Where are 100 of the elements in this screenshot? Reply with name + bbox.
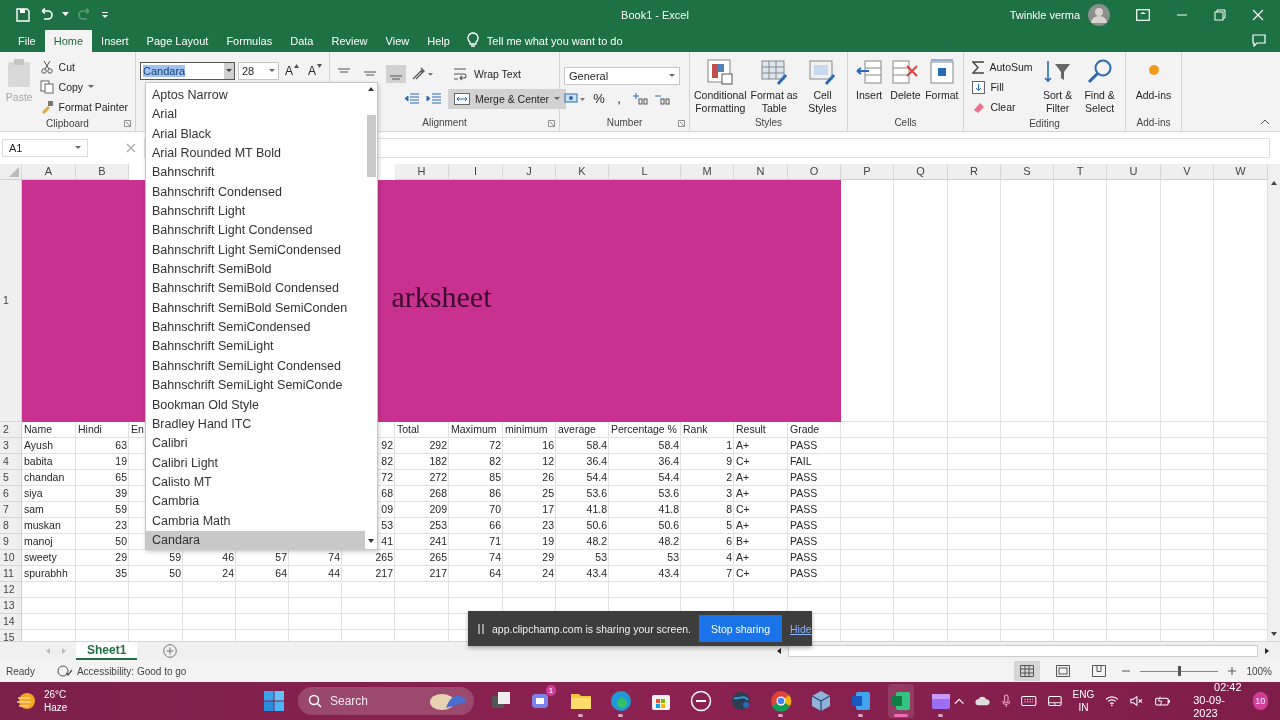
- table-cell[interactable]: 65: [76, 469, 129, 486]
- table-cell[interactable]: C+: [734, 565, 788, 582]
- cell-styles-button[interactable]: Cell Styles: [801, 55, 843, 115]
- table-cell[interactable]: 53: [609, 549, 681, 566]
- table-cell[interactable]: 48.2: [609, 533, 681, 550]
- table-cell[interactable]: 7: [681, 565, 734, 582]
- microphone-icon[interactable]: [1001, 693, 1011, 709]
- table-cell[interactable]: 64: [449, 565, 503, 582]
- taskbar-button[interactable]: 1: [527, 684, 554, 718]
- horizontal-scrollbar[interactable]: [788, 645, 1258, 658]
- tell-me-field[interactable]: Tell me what you want to do: [486, 29, 623, 52]
- table-cell[interactable]: 268: [395, 485, 449, 502]
- font-option[interactable]: Bahnschrift SemiLight Condensed: [146, 356, 365, 377]
- table-cell[interactable]: Hindi: [76, 421, 129, 438]
- table-cell[interactable]: 209: [395, 501, 449, 518]
- table-cell[interactable]: Result: [734, 421, 788, 438]
- table-cell[interactable]: 71: [449, 533, 503, 550]
- table-cell[interactable]: 43.4: [609, 565, 681, 582]
- font-option[interactable]: Bahnschrift SemiBold SemiConden: [146, 298, 365, 319]
- increase-decimal-icon[interactable]: [632, 92, 648, 105]
- table-cell[interactable]: Grade: [788, 421, 841, 438]
- avatar-icon[interactable]: [1088, 3, 1110, 26]
- table-cell[interactable]: 59: [129, 549, 183, 566]
- table-cell[interactable]: A+: [734, 549, 788, 566]
- font-option[interactable]: Bahnschrift Light Condensed: [146, 221, 365, 241]
- accessibility-icon[interactable]: [56, 665, 73, 677]
- table-cell[interactable]: B+: [734, 533, 788, 550]
- table-cell[interactable]: sweety: [22, 549, 76, 566]
- table-cell[interactable]: muskan: [22, 517, 76, 534]
- keyboard-icon[interactable]: [1021, 695, 1037, 707]
- table-cell[interactable]: 85: [449, 469, 503, 486]
- table-cell[interactable]: 50: [129, 565, 183, 582]
- wrap-text-button[interactable]: Wrap Text: [450, 64, 524, 84]
- taskbar-button[interactable]: [887, 684, 914, 718]
- menu-tab[interactable]: View: [376, 29, 419, 52]
- column-header[interactable]: U: [1107, 163, 1161, 180]
- zoom-level[interactable]: 100%: [1246, 665, 1272, 677]
- table-cell[interactable]: C+: [734, 501, 788, 518]
- zoom-slider-thumb[interactable]: [1178, 665, 1182, 676]
- table-cell[interactable]: 2: [681, 469, 734, 486]
- accessibility-status[interactable]: Accessibility: Good to go: [76, 665, 187, 677]
- sort-filter-button[interactable]: Sort & Filter: [1037, 55, 1078, 115]
- table-cell[interactable]: A+: [734, 485, 788, 502]
- table-cell[interactable]: 86: [449, 485, 503, 502]
- column-header[interactable]: P: [841, 163, 894, 180]
- scroll-thumb[interactable]: [366, 115, 376, 177]
- dropdown-button[interactable]: [224, 62, 234, 79]
- menu-tab[interactable]: Insert: [92, 29, 138, 52]
- column-header[interactable]: R: [948, 163, 1001, 180]
- customize-icon[interactable]: [101, 10, 109, 19]
- table-cell[interactable]: 50: [76, 533, 129, 550]
- table-cell[interactable]: 29: [503, 549, 556, 566]
- font-option[interactable]: Calisto MT: [146, 472, 365, 493]
- table-cell[interactable]: Total: [395, 421, 449, 438]
- table-cell[interactable]: 253: [395, 517, 449, 534]
- font-option[interactable]: Bahnschrift Light SemiCondensed: [146, 240, 365, 261]
- table-cell[interactable]: 50.6: [556, 517, 609, 534]
- copy-button[interactable]: Copy: [36, 77, 131, 97]
- table-cell[interactable]: 72: [449, 437, 503, 454]
- table-cell[interactable]: A+: [734, 469, 788, 486]
- table-cell[interactable]: 70: [449, 501, 503, 518]
- menu-tab[interactable]: Page Layout: [137, 29, 218, 52]
- table-cell[interactable]: 292: [395, 437, 449, 454]
- table-cell[interactable]: PASS: [788, 485, 841, 502]
- table-cell[interactable]: Rank: [681, 421, 734, 438]
- table-cell[interactable]: 44: [289, 565, 342, 582]
- column-header[interactable]: K: [556, 163, 609, 180]
- table-cell[interactable]: 64: [236, 565, 289, 582]
- table-cell[interactable]: 41.8: [609, 501, 681, 518]
- table-cell[interactable]: 9: [681, 453, 734, 470]
- align-button[interactable]: [386, 64, 406, 83]
- column-header[interactable]: M: [681, 163, 734, 180]
- table-cell[interactable]: 66: [449, 517, 503, 534]
- table-cell[interactable]: average: [556, 421, 609, 438]
- table-cell[interactable]: PASS: [788, 501, 841, 518]
- table-cell[interactable]: PASS: [788, 437, 841, 454]
- decrease-decimal-icon[interactable]: [654, 92, 670, 105]
- column-header[interactable]: L: [609, 163, 681, 180]
- dialog-launcher-icon[interactable]: [124, 119, 131, 127]
- merge-center-button[interactable]: Merge & Center: [448, 89, 567, 110]
- chevron-up-icon[interactable]: [953, 697, 965, 705]
- touchpad-icon[interactable]: [1047, 695, 1062, 707]
- comma-button[interactable]: ,: [612, 91, 626, 107]
- table-cell[interactable]: 3: [681, 485, 734, 502]
- decrease-indent-icon[interactable]: [404, 93, 420, 106]
- shrink-font-button[interactable]: A: [305, 61, 325, 80]
- table-cell[interactable]: 25: [503, 485, 556, 502]
- hide-link[interactable]: Hide: [790, 622, 812, 635]
- table-cell[interactable]: 41.8: [556, 501, 609, 518]
- table-cell[interactable]: Ayush: [22, 437, 76, 454]
- delete-button[interactable]: Delete: [888, 55, 923, 102]
- dialog-launcher-icon[interactable]: [548, 119, 555, 127]
- menu-tab[interactable]: Review: [322, 29, 377, 52]
- font-option[interactable]: Bahnschrift Light: [146, 202, 365, 222]
- table-cell[interactable]: 24: [503, 565, 556, 582]
- font-option[interactable]: Aptos Narrow: [146, 86, 365, 106]
- column-header[interactable]: A: [22, 163, 76, 180]
- table-cell[interactable]: spurabhh: [22, 565, 76, 582]
- column-header[interactable]: S: [1001, 163, 1054, 180]
- font-option[interactable]: Arial Black: [146, 124, 365, 145]
